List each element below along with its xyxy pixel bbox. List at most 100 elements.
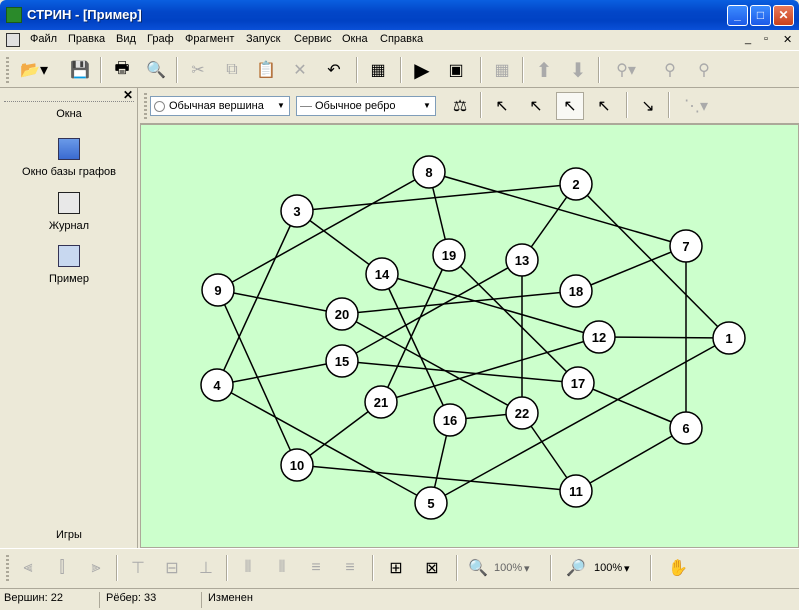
menu-view[interactable]: Вид (116, 33, 136, 45)
toolbar-grip[interactable] (6, 57, 9, 83)
graph-vertex-7[interactable]: 7 (669, 229, 703, 263)
delete-icon[interactable]: ✕ (286, 56, 314, 84)
copy-icon[interactable]: ⧉ (218, 56, 246, 84)
graph-drawing[interactable]: 12345678910111213141516171819202122 (141, 125, 798, 547)
menu-edit[interactable]: Правка (68, 33, 105, 45)
grid-icon[interactable]: ⊞ (382, 554, 410, 582)
graph-vertex-10[interactable]: 10 (280, 448, 314, 482)
run-icon[interactable]: ▶ (408, 56, 436, 84)
mdi-minimize-button[interactable]: _ (745, 33, 751, 45)
journal-icon[interactable]: ▣ (442, 56, 470, 84)
graph-vertex-6[interactable]: 6 (669, 411, 703, 445)
fragment-icon[interactable]: ▦ (488, 56, 516, 84)
graph-vertex-3[interactable]: 3 (280, 194, 314, 228)
graph-vertex-20[interactable]: 20 (325, 297, 359, 331)
graph-vertex-13[interactable]: 13 (505, 243, 539, 277)
graph-edge-17-6[interactable] (577, 382, 687, 429)
graph-vertex-18[interactable]: 18 (559, 274, 593, 308)
weight-icon[interactable]: ⚖ (446, 92, 474, 120)
minimize-button[interactable]: _ (727, 5, 748, 26)
panel-close-icon[interactable]: ✕ (123, 88, 133, 102)
chevron-down-icon[interactable]: ▾ (624, 562, 630, 575)
select-mode-icon[interactable]: ↖ (590, 92, 618, 120)
graph-vertex-2[interactable]: 2 (559, 167, 593, 201)
toolbar-grip[interactable] (6, 555, 9, 581)
graph-vertex-9[interactable]: 9 (201, 273, 235, 307)
align-bottom-icon[interactable]: ⊥ (192, 554, 220, 582)
direction-icon[interactable]: ↘ (634, 92, 662, 120)
graph-vertex-14[interactable]: 14 (365, 257, 399, 291)
add-vertex-icon[interactable]: ↖ (488, 92, 516, 120)
space-h-icon[interactable]: ≡ (302, 554, 330, 582)
menu-graph[interactable]: Граф (147, 33, 174, 45)
align-center-icon[interactable]: ⫿ (48, 554, 76, 582)
chevron-down-icon[interactable]: ▼ (275, 99, 287, 113)
paste-icon[interactable]: 📋 (252, 56, 280, 84)
undo-icon[interactable]: ↶ (320, 56, 348, 84)
graph-edge-2-1[interactable] (575, 183, 730, 339)
path-icon[interactable]: ⋱▾ (676, 92, 716, 120)
align-right-icon[interactable]: ⫸ (82, 554, 110, 582)
space-v-icon[interactable]: ≡ (336, 554, 364, 582)
select-icon[interactable]: ↖ (556, 92, 584, 120)
chevron-down-icon[interactable]: ▼ (421, 99, 433, 113)
graph-vertex-15[interactable]: 15 (325, 344, 359, 378)
graph-vertex-8[interactable]: 8 (412, 155, 446, 189)
graph-vertex-4[interactable]: 4 (200, 368, 234, 402)
align-middle-icon[interactable]: ⊟ (158, 554, 186, 582)
graph-vertex-21[interactable]: 21 (364, 385, 398, 419)
print-icon[interactable]: 🖶 (108, 56, 136, 84)
graph-vertex-16[interactable]: 16 (433, 403, 467, 437)
graph-vertex-12[interactable]: 12 (582, 320, 616, 354)
panel-footer-games[interactable]: Игры (0, 529, 138, 541)
menu-fragment[interactable]: Фрагмент (185, 33, 234, 45)
hand-icon[interactable]: ✋ (664, 554, 692, 582)
menu-help[interactable]: Справка (380, 33, 423, 45)
zoom-value[interactable]: 100% (494, 562, 522, 574)
magnifier-icon[interactable]: 🔎 (562, 554, 590, 582)
zoom-icon[interactable]: 🔍 (464, 554, 492, 582)
graph-edge-7-18[interactable] (575, 245, 687, 292)
side-item-journal[interactable]: Журнал (0, 192, 138, 232)
mdi-close-button[interactable]: ✕ (783, 33, 792, 46)
toolbar-grip[interactable] (144, 93, 147, 119)
vertex-type-select[interactable]: Обычная вершина ▼ (150, 96, 290, 116)
side-item-graph-db[interactable]: Окно базы графов (0, 138, 138, 178)
graph-vertex-1[interactable]: 1 (712, 321, 746, 355)
maximize-button[interactable]: □ (750, 5, 771, 26)
up-arrow-icon[interactable]: ⬆ (530, 56, 558, 84)
add-edge-icon[interactable]: ↖ (522, 92, 550, 120)
document-icon[interactable] (6, 33, 20, 47)
find-icon[interactable]: ⚲▾ (606, 56, 646, 84)
down-arrow-icon[interactable]: ⬇ (564, 56, 592, 84)
graph-canvas[interactable]: 1 2 3 4 5 6 7 8 9 10 11 12 13 14 15 16 17 18 19 20 21 22 (140, 124, 799, 548)
zoom-value[interactable]: 100% (594, 562, 622, 574)
distribute-h-icon[interactable]: ⫴ (234, 554, 262, 582)
graph-edge-3-2[interactable] (296, 183, 577, 212)
graph-edge-6-11[interactable] (575, 427, 687, 492)
graph-vertex-19[interactable]: 19 (432, 238, 466, 272)
graph-vertex-11[interactable]: 11 (559, 474, 593, 508)
mdi-restore-button[interactable]: ▫ (764, 33, 768, 45)
snap-grid-icon[interactable]: ⊠ (418, 554, 446, 582)
chevron-down-icon[interactable]: ▾ (524, 562, 530, 575)
panel-header[interactable] (4, 90, 134, 102)
graph-vertex-22[interactable]: 22 (505, 396, 539, 430)
close-button[interactable]: ✕ (773, 5, 794, 26)
graph-db-icon[interactable]: ▦ (364, 56, 392, 84)
graph-edge-9-20[interactable] (217, 289, 343, 315)
side-item-example[interactable]: Пример (0, 245, 138, 285)
graph-vertex-17[interactable]: 17 (561, 366, 595, 400)
edge-type-select[interactable]: Обычное ребро ▼ (296, 96, 436, 116)
find-down-icon[interactable]: ⚲ (656, 56, 684, 84)
graph-edge-18-20[interactable] (341, 290, 577, 315)
align-top-icon[interactable]: ⊤ (124, 554, 152, 582)
preview-icon[interactable]: 🔍 (142, 56, 170, 84)
menu-run[interactable]: Запуск (246, 33, 280, 45)
distribute-v-icon[interactable]: ⫴ (268, 554, 296, 582)
menu-service[interactable]: Сервис (294, 33, 332, 45)
align-left-icon[interactable]: ⫷ (14, 554, 42, 582)
graph-edge-12-1[interactable] (598, 336, 730, 339)
save-icon[interactable]: 💾 (66, 56, 94, 84)
find-up-icon[interactable]: ⚲ (690, 56, 718, 84)
